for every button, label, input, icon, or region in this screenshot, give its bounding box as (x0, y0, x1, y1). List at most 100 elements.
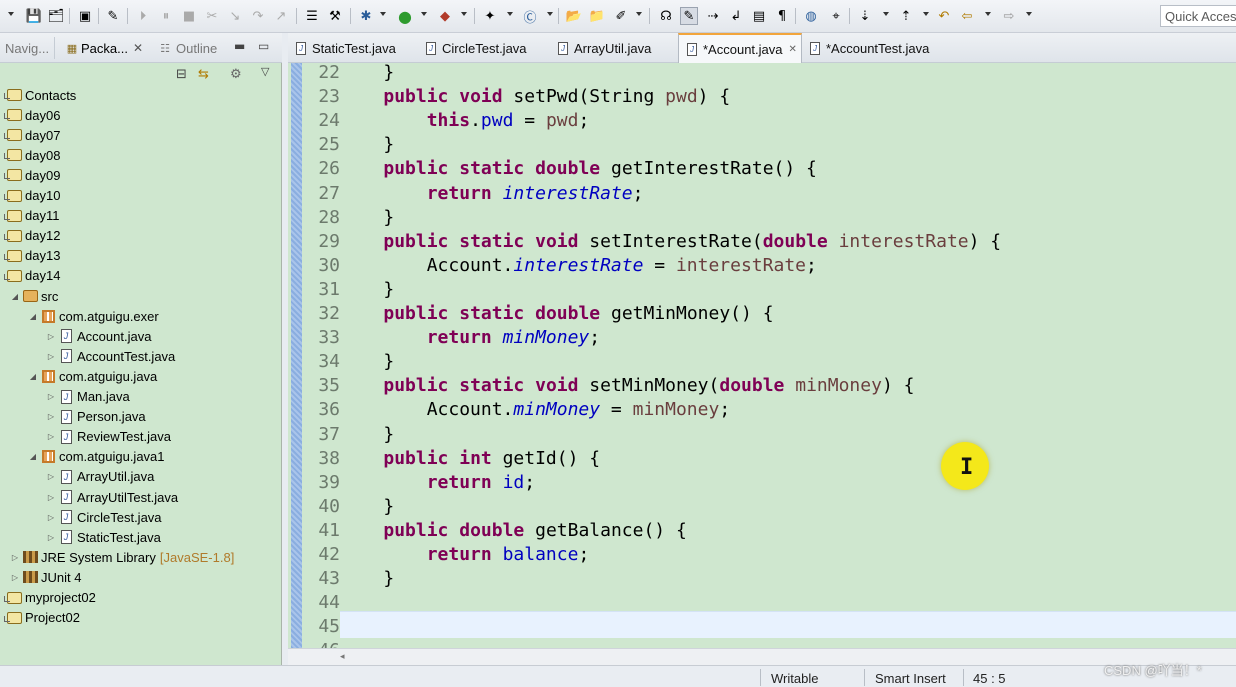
tree-item-java[interactable]: ▷ J Account.java (46, 326, 152, 346)
tree-item-library[interactable]: ▷ JUnit 4 (10, 567, 82, 587)
pin-editor-icon[interactable]: ⌖ (827, 7, 845, 25)
tree-item-project[interactable]: Contacts (3, 85, 76, 105)
tab-package-explorer[interactable]: Packa... (81, 41, 128, 56)
tree-item-java[interactable]: ▷ J ArrayUtilTest.java (46, 487, 178, 507)
chevron-down-icon[interactable] (380, 12, 386, 16)
code-line[interactable]: } (340, 278, 394, 302)
code-line[interactable]: public double getBalance() { (340, 519, 686, 543)
tree-item-project[interactable]: day09 (3, 165, 60, 185)
new-class-icon[interactable]: Ⓒ (521, 7, 539, 26)
collapsed-triangle-icon[interactable]: ▷ (46, 472, 56, 481)
view-menu-icon[interactable]: ▽ (261, 65, 269, 78)
tree-item-project[interactable]: day13 (3, 246, 60, 266)
code-line[interactable]: } (340, 61, 394, 85)
step-into-icon[interactable]: ↘ (226, 7, 244, 25)
tab-circletest[interactable]: J CircleTest.java (418, 33, 550, 63)
tab-navigator[interactable]: Navig... (5, 41, 49, 56)
chevron-down-icon[interactable] (547, 12, 553, 16)
code-line[interactable]: public static void setInterestRate(doubl… (340, 230, 1001, 254)
collapsed-triangle-icon[interactable]: ▷ (46, 412, 56, 421)
chevron-down-icon[interactable] (636, 12, 642, 16)
previous-annotation-icon[interactable]: ⇡ (897, 7, 915, 25)
word-wrap-icon[interactable]: ↲ (727, 7, 745, 25)
globe-icon[interactable]: ◍ (802, 7, 820, 25)
chevron-down-icon[interactable] (923, 12, 929, 16)
tree-item-project[interactable]: day10 (3, 186, 60, 206)
step-return-icon[interactable]: ↗ (272, 7, 290, 25)
tree-item-package[interactable]: ◢ com.atguigu.java (28, 366, 157, 386)
tree-item-project[interactable]: day08 (3, 145, 60, 165)
tab-account[interactable]: J *Account.java ✕ (678, 33, 802, 63)
tree-item-src[interactable]: ◢ src (10, 286, 58, 306)
chevron-down-icon[interactable] (985, 12, 991, 16)
tree-item-java[interactable]: ▷ J AccountTest.java (46, 346, 175, 366)
code-line[interactable]: } (340, 423, 394, 447)
tree-item-java[interactable]: ▷ J CircleTest.java (46, 507, 162, 527)
close-icon[interactable]: ✕ (789, 44, 797, 55)
step-over-icon[interactable]: ↷ (249, 7, 267, 25)
code-line[interactable]: } (340, 206, 394, 230)
code-line[interactable]: public void setPwd(String pwd) { (340, 85, 730, 109)
save-all-icon[interactable]: 🗂 (47, 7, 65, 25)
terminal-icon[interactable]: ▣ (76, 7, 94, 25)
collapsed-triangle-icon[interactable]: ▷ (46, 513, 56, 522)
collapsed-triangle-icon[interactable]: ▷ (46, 392, 56, 401)
pilcrow-icon[interactable]: ¶ (773, 7, 791, 25)
tree-item-project[interactable]: day11 (3, 206, 59, 226)
quick-access-input[interactable]: Quick Access (1160, 5, 1236, 27)
debug-icon[interactable]: ✱ (357, 7, 375, 25)
horizontal-scrollbar[interactable]: ◂ (288, 648, 1236, 665)
code-line[interactable]: Account.minMoney = minMoney; (340, 398, 730, 422)
code-line[interactable]: return id; (340, 471, 535, 495)
tab-arrayutil[interactable]: J ArrayUtil.java (550, 33, 678, 63)
chevron-down-icon[interactable] (461, 12, 467, 16)
new-java-project-icon[interactable]: ✦ (481, 7, 499, 25)
chevron-down-icon[interactable] (8, 12, 14, 16)
resume-icon[interactable]: ⏵ (134, 7, 152, 25)
expanded-triangle-icon[interactable]: ◢ (28, 452, 38, 461)
run-icon[interactable]: ● (396, 7, 414, 26)
forward-icon[interactable]: ⇨ (1000, 7, 1018, 25)
back-icon[interactable]: ⇦ (958, 7, 976, 25)
tab-accounttest[interactable]: J *AccountTest.java (802, 33, 952, 63)
tree-item-project[interactable]: Project02 (3, 608, 80, 628)
collapsed-triangle-icon[interactable]: ▷ (46, 432, 56, 441)
tree-item-library[interactable]: ▷ JRE System Library [JavaSE-1.8] (10, 547, 234, 567)
chevron-down-icon[interactable] (507, 12, 513, 16)
tree-item-project[interactable]: day07 (3, 125, 60, 145)
tree-item-java[interactable]: ▷ J ReviewTest.java (46, 427, 171, 447)
tree-item-java[interactable]: ▷ J Man.java (46, 387, 130, 407)
code-line[interactable]: return interestRate; (340, 182, 644, 206)
code-line[interactable]: this.pwd = pwd; (340, 109, 590, 133)
tree-item-project[interactable]: day12 (3, 226, 60, 246)
tree-item-java[interactable]: ▷ J Person.java (46, 407, 146, 427)
collapsed-triangle-icon[interactable]: ▷ (46, 533, 56, 542)
tree-item-java[interactable]: ▷ J StaticTest.java (46, 527, 161, 547)
minimize-icon[interactable]: ▬ (234, 39, 245, 53)
code-line[interactable]: } (340, 495, 394, 519)
open-task-icon[interactable]: 📁 (588, 7, 606, 25)
chevron-down-icon[interactable] (883, 12, 889, 16)
toggle-mark-occurrences-icon[interactable]: ✎ (680, 7, 698, 25)
show-whitespace-icon[interactable]: ▤ (750, 7, 768, 25)
expanded-triangle-icon[interactable]: ◢ (28, 372, 38, 381)
tree-item-project[interactable]: day06 (3, 105, 60, 125)
tab-outline[interactable]: Outline (176, 41, 217, 56)
code-line[interactable]: public static double getInterestRate() { (340, 157, 817, 181)
code-line[interactable]: public static void setMinMoney(double mi… (340, 374, 914, 398)
suspend-icon[interactable]: ⏸ (157, 7, 175, 25)
maximize-icon[interactable]: ▭ (258, 39, 269, 53)
expanded-triangle-icon[interactable]: ◢ (28, 312, 38, 321)
link-with-editor-icon[interactable]: ⇆ (198, 67, 209, 82)
code-line[interactable]: } (340, 567, 394, 591)
collapse-all-icon[interactable]: ⊟ (176, 67, 187, 82)
open-type-icon[interactable]: 📂 (565, 7, 583, 25)
code-line[interactable]: } (340, 350, 394, 374)
collapsed-triangle-icon[interactable]: ▷ (46, 493, 56, 502)
refactor-icon[interactable]: ⚒ (326, 7, 344, 25)
filter-icon[interactable]: ⚙ (230, 67, 242, 82)
tree-item-project[interactable]: day14 (3, 266, 60, 286)
search-icon[interactable]: ✐ (612, 7, 630, 25)
disconnect-icon[interactable]: ✂ (203, 7, 221, 25)
tree-item-java[interactable]: ▷ J ArrayUtil.java (46, 467, 154, 487)
